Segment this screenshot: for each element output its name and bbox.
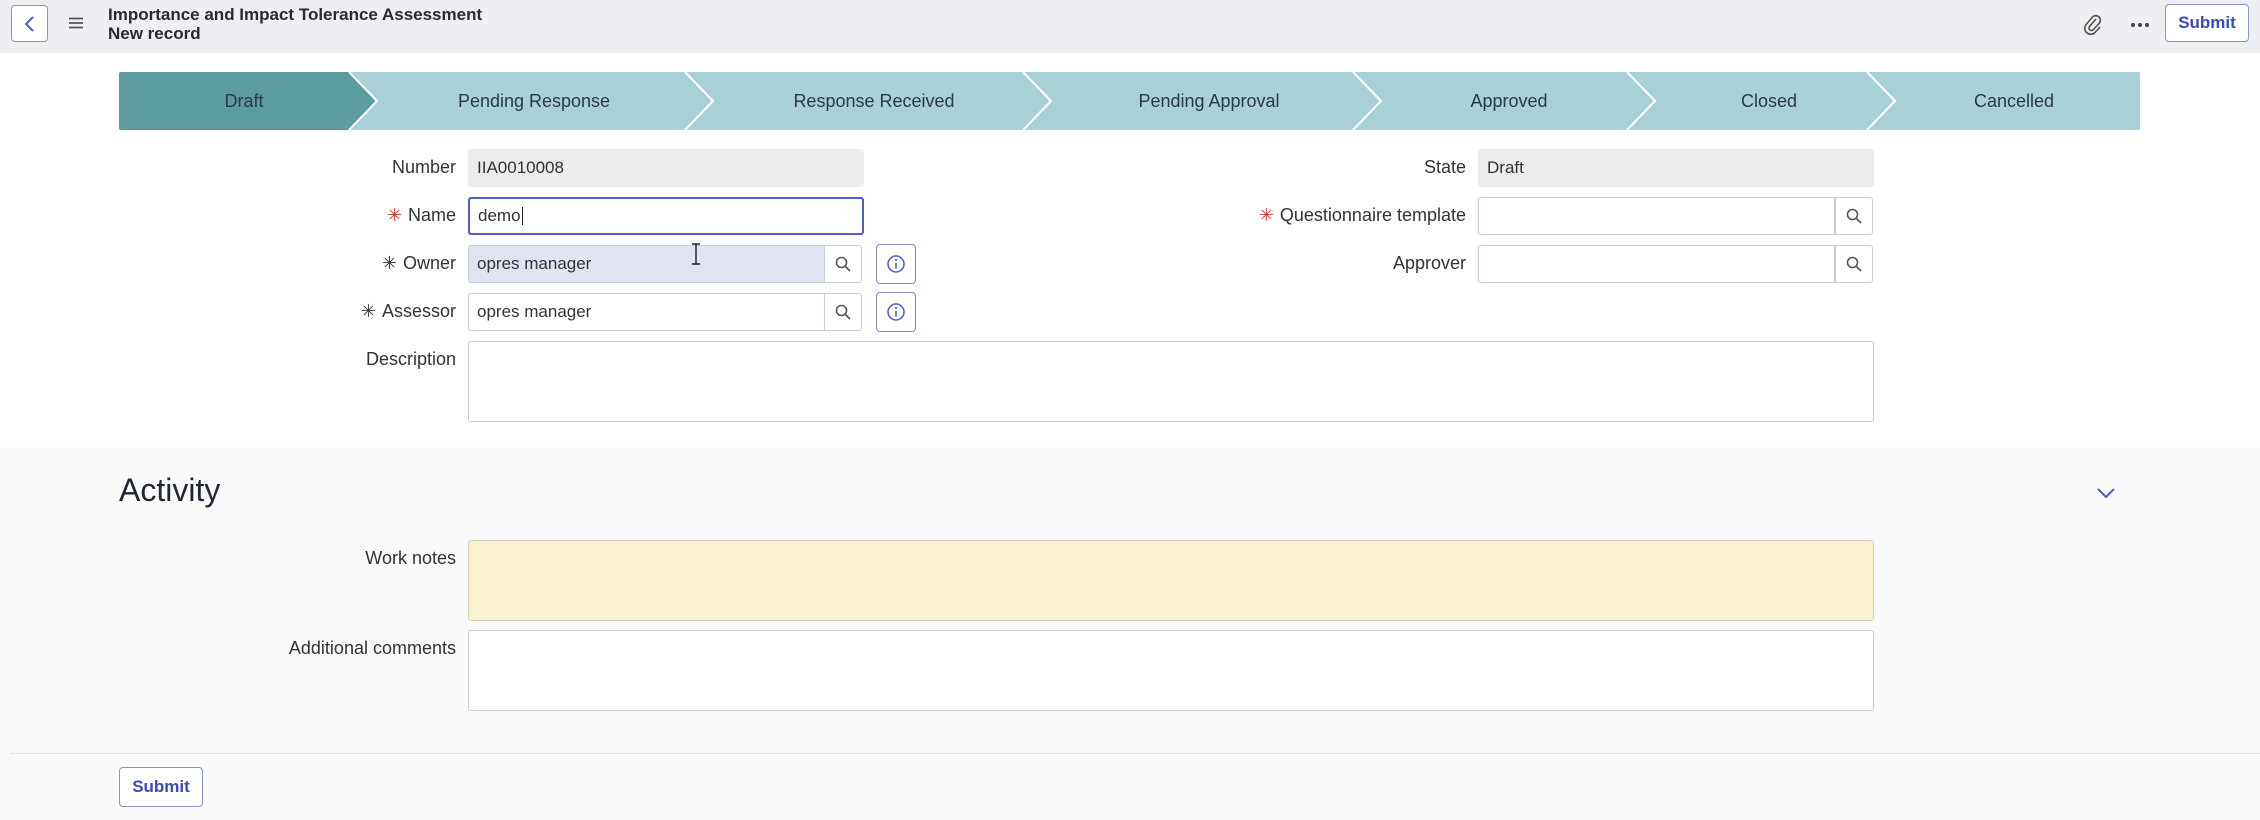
description-textarea[interactable] — [468, 341, 1874, 422]
name-label: ✳ Name — [386, 205, 456, 225]
more-options-icon[interactable] — [2125, 13, 2155, 37]
description-label: Description — [365, 349, 456, 369]
page-subtitle: New record — [108, 24, 201, 43]
name-input[interactable]: demo — [468, 197, 864, 235]
questionnaire-lookup-button[interactable] — [1835, 197, 1873, 235]
chevron-down-icon[interactable] — [2093, 480, 2119, 506]
required-marker: ✳ — [1258, 205, 1274, 225]
additional-comments-label: Additional comments — [288, 638, 456, 658]
stage-response-received: Response Received — [793, 90, 955, 111]
chevron-left-icon — [24, 15, 34, 32]
stage-cancelled: Cancelled — [1973, 90, 2055, 111]
search-icon — [835, 304, 851, 320]
divider — [10, 753, 2260, 754]
required-marker: ✳ — [386, 205, 402, 225]
number-label: Number — [391, 157, 456, 177]
approver-lookup-button[interactable] — [1835, 245, 1873, 283]
info-icon — [887, 303, 905, 321]
assessor-label: ✳ Assessor — [360, 301, 456, 321]
page-title: Importance and Impact Tolerance Assessme… — [108, 5, 483, 24]
required-marker: ✳ — [381, 253, 397, 273]
paperclip-icon[interactable] — [2081, 13, 2105, 37]
search-icon — [1846, 208, 1862, 224]
assessor-input[interactable]: opres manager — [468, 293, 825, 331]
submit-button-top[interactable]: Submit — [2165, 4, 2249, 42]
approver-input[interactable] — [1478, 245, 1835, 283]
context-menu-icon[interactable] — [66, 13, 86, 33]
owner-label: ✳ Owner — [381, 253, 456, 273]
stage-approved: Approved — [1470, 90, 1548, 111]
owner-input[interactable]: opres manager — [468, 245, 825, 283]
stage-closed: Closed — [1740, 90, 1798, 111]
assessor-lookup-button[interactable] — [824, 293, 862, 331]
search-icon — [835, 256, 851, 272]
work-notes-textarea[interactable] — [468, 540, 1874, 621]
activity-title: Activity — [119, 472, 221, 508]
search-icon — [1846, 256, 1862, 272]
questionnaire-template-label: ✳ Questionnaire template — [1258, 205, 1466, 225]
stage-progress-bar: Draft Pending Response Response Received… — [119, 72, 2140, 130]
stage-pending-response: Pending Response — [457, 90, 611, 111]
approver-label: Approver — [1392, 253, 1466, 273]
info-icon — [887, 255, 905, 273]
form-header: Importance and Impact Tolerance Assessme… — [0, 0, 2260, 53]
back-button[interactable] — [11, 5, 48, 42]
questionnaire-template-input[interactable] — [1478, 197, 1835, 235]
stage-pending-approval: Pending Approval — [1138, 90, 1280, 111]
owner-lookup-button[interactable] — [824, 245, 862, 283]
work-notes-label: Work notes — [365, 548, 456, 568]
owner-info-button[interactable] — [876, 244, 916, 284]
assessor-info-button[interactable] — [876, 292, 916, 332]
required-marker: ✳ — [360, 301, 376, 321]
text-cursor-icon — [692, 243, 700, 265]
additional-comments-textarea[interactable] — [468, 630, 1874, 711]
stage-draft: Draft — [224, 90, 264, 111]
number-field: IIA0010008 — [468, 149, 864, 187]
submit-button-bottom[interactable]: Submit — [119, 767, 203, 807]
state-field: Draft — [1478, 149, 1874, 187]
state-label: State — [1423, 157, 1466, 177]
